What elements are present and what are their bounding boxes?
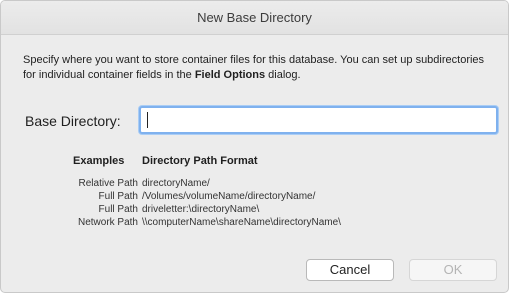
example-row: Full Path /Volumes/volumeName/directoryN… [1,191,508,204]
example-path-format: directoryName/ [142,178,210,189]
example-row: Relative Path directoryName/ [1,178,508,191]
description-text-end: dialog. [265,69,301,81]
example-row: Network Path \\computerName\shareName\di… [1,217,508,230]
examples-header: Examples [73,155,125,167]
cancel-button[interactable]: Cancel [306,259,394,281]
dialog-description: Specify where you want to store containe… [23,53,493,83]
example-path-type: Relative Path [78,178,138,189]
example-path-format: driveletter:\directoryName\ [142,204,260,215]
example-path-format: /Volumes/volumeName/directoryName/ [142,191,316,202]
example-row: Full Path driveletter:\directoryName\ [1,204,508,217]
new-base-directory-dialog: New Base Directory Specify where you wan… [0,0,509,293]
example-path-type: Full Path [98,204,138,215]
text-caret [147,112,148,128]
title-bar[interactable]: New Base Directory [1,1,508,35]
field-options-text: Field Options [194,69,266,81]
directory-path-format-header: Directory Path Format [142,155,258,167]
base-directory-input[interactable] [139,106,498,134]
example-path-type: Network Path [77,217,138,228]
example-path-format: \\computerName\shareName\directoryName\ [142,217,341,228]
dialog-title: New Base Directory [197,10,312,25]
base-directory-label: Base Directory: [25,113,121,129]
ok-button[interactable]: OK [409,259,497,281]
example-path-type: Full Path [98,191,138,202]
